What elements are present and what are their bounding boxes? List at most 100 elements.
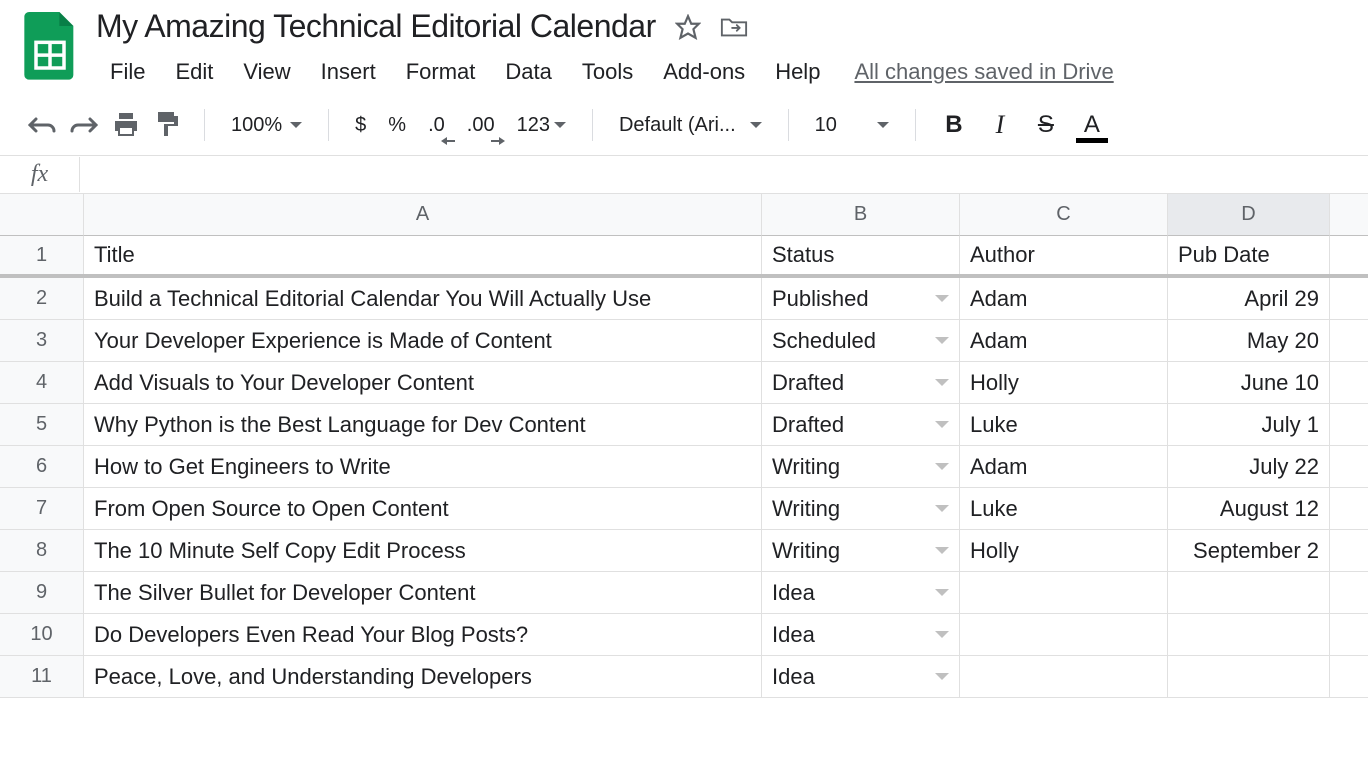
chevron-down-icon[interactable]	[935, 295, 949, 302]
cell-author[interactable]	[960, 614, 1168, 655]
row-header-7[interactable]: 7	[0, 488, 84, 529]
cell-author[interactable]: Holly	[960, 530, 1168, 571]
cell-title[interactable]: The 10 Minute Self Copy Edit Process	[84, 530, 762, 571]
paint-format-button[interactable]	[150, 107, 186, 143]
font-family-dropdown[interactable]: Default (Ari...	[611, 114, 770, 137]
cell-title[interactable]: Add Visuals to Your Developer Content	[84, 362, 762, 403]
menu-help[interactable]: Help	[761, 53, 834, 91]
increase-decimals-button[interactable]: .00	[459, 107, 503, 143]
menu-edit[interactable]: Edit	[161, 53, 227, 91]
header-cell-pub-date[interactable]: Pub Date	[1168, 236, 1330, 274]
row-header-2[interactable]: 2	[0, 278, 84, 319]
cell-author[interactable]: Luke	[960, 488, 1168, 529]
column-header-A[interactable]: A	[84, 194, 762, 236]
formula-input[interactable]	[80, 156, 1368, 193]
cell[interactable]	[1330, 320, 1368, 361]
cell-status[interactable]: Idea	[762, 614, 960, 655]
redo-button[interactable]	[66, 107, 102, 143]
cell-author[interactable]: Adam	[960, 446, 1168, 487]
move-folder-icon[interactable]	[720, 13, 748, 41]
chevron-down-icon[interactable]	[935, 547, 949, 554]
cell-pub-date[interactable]: September 2	[1168, 530, 1330, 571]
row-header-4[interactable]: 4	[0, 362, 84, 403]
column-header-C[interactable]: C	[960, 194, 1168, 236]
select-all-corner[interactable]	[0, 194, 84, 236]
chevron-down-icon[interactable]	[935, 505, 949, 512]
cell-status[interactable]: Idea	[762, 656, 960, 697]
decrease-decimals-button[interactable]: .0	[420, 107, 453, 143]
cell-pub-date[interactable]: June 10	[1168, 362, 1330, 403]
row-header-6[interactable]: 6	[0, 446, 84, 487]
text-color-button[interactable]: A	[1072, 107, 1112, 143]
cell-title[interactable]: From Open Source to Open Content	[84, 488, 762, 529]
cell-author[interactable]: Holly	[960, 362, 1168, 403]
cell[interactable]	[1330, 446, 1368, 487]
cell-pub-date[interactable]: July 22	[1168, 446, 1330, 487]
cell-title[interactable]: Build a Technical Editorial Calendar You…	[84, 278, 762, 319]
save-status[interactable]: All changes saved in Drive	[854, 59, 1113, 85]
star-icon[interactable]	[674, 13, 702, 41]
cell-pub-date[interactable]	[1168, 656, 1330, 697]
menu-view[interactable]: View	[229, 53, 304, 91]
cell-pub-date[interactable]	[1168, 614, 1330, 655]
menu-tools[interactable]: Tools	[568, 53, 647, 91]
cell-title[interactable]: Why Python is the Best Language for Dev …	[84, 404, 762, 445]
cell-author[interactable]	[960, 572, 1168, 613]
cell-status[interactable]: Drafted	[762, 362, 960, 403]
cell-author[interactable]: Luke	[960, 404, 1168, 445]
cell-status[interactable]: Scheduled	[762, 320, 960, 361]
cell[interactable]	[1330, 572, 1368, 613]
cell-pub-date[interactable]: April 29	[1168, 278, 1330, 319]
cell-title[interactable]: The Silver Bullet for Developer Content	[84, 572, 762, 613]
chevron-down-icon[interactable]	[935, 421, 949, 428]
cell-status[interactable]: Drafted	[762, 404, 960, 445]
column-header-D[interactable]: D	[1168, 194, 1330, 236]
row-header-8[interactable]: 8	[0, 530, 84, 571]
chevron-down-icon[interactable]	[935, 337, 949, 344]
header-cell-title[interactable]: Title	[84, 236, 762, 274]
cell-pub-date[interactable]: July 1	[1168, 404, 1330, 445]
column-header-extra[interactable]	[1330, 194, 1368, 236]
chevron-down-icon[interactable]	[935, 631, 949, 638]
row-header-5[interactable]: 5	[0, 404, 84, 445]
menu-add-ons[interactable]: Add-ons	[649, 53, 759, 91]
menu-file[interactable]: File	[96, 53, 159, 91]
cell-pub-date[interactable]: May 20	[1168, 320, 1330, 361]
header-cell-status[interactable]: Status	[762, 236, 960, 274]
cell-pub-date[interactable]: August 12	[1168, 488, 1330, 529]
row-header-1[interactable]: 1	[0, 236, 84, 274]
cell-title[interactable]: Your Developer Experience is Made of Con…	[84, 320, 762, 361]
cell[interactable]	[1330, 362, 1368, 403]
cell-author[interactable]: Adam	[960, 320, 1168, 361]
menu-insert[interactable]: Insert	[307, 53, 390, 91]
undo-button[interactable]	[24, 107, 60, 143]
number-format-dropdown[interactable]: 123	[509, 107, 574, 143]
bold-button[interactable]: B	[934, 107, 974, 143]
cell-author[interactable]	[960, 656, 1168, 697]
strikethrough-button[interactable]: S	[1026, 107, 1066, 143]
cell[interactable]	[1330, 278, 1368, 319]
row-header-9[interactable]: 9	[0, 572, 84, 613]
cell-author[interactable]: Adam	[960, 278, 1168, 319]
italic-button[interactable]: I	[980, 107, 1020, 143]
cell-status[interactable]: Idea	[762, 572, 960, 613]
cell[interactable]	[1330, 656, 1368, 697]
cell[interactable]	[1330, 614, 1368, 655]
percent-format-button[interactable]: %	[380, 107, 414, 143]
cell-status[interactable]: Writing	[762, 530, 960, 571]
document-title[interactable]: My Amazing Technical Editorial Calendar	[96, 8, 656, 45]
row-header-3[interactable]: 3	[0, 320, 84, 361]
chevron-down-icon[interactable]	[935, 463, 949, 470]
cell[interactable]	[1330, 236, 1368, 274]
cell-title[interactable]: Do Developers Even Read Your Blog Posts?	[84, 614, 762, 655]
cell-title[interactable]: How to Get Engineers to Write	[84, 446, 762, 487]
row-header-10[interactable]: 10	[0, 614, 84, 655]
menu-data[interactable]: Data	[491, 53, 565, 91]
zoom-dropdown[interactable]: 100%	[223, 114, 310, 137]
cell[interactable]	[1330, 530, 1368, 571]
cell-title[interactable]: Peace, Love, and Understanding Developer…	[84, 656, 762, 697]
header-cell-author[interactable]: Author	[960, 236, 1168, 274]
column-header-B[interactable]: B	[762, 194, 960, 236]
chevron-down-icon[interactable]	[935, 589, 949, 596]
cell-status[interactable]: Writing	[762, 446, 960, 487]
